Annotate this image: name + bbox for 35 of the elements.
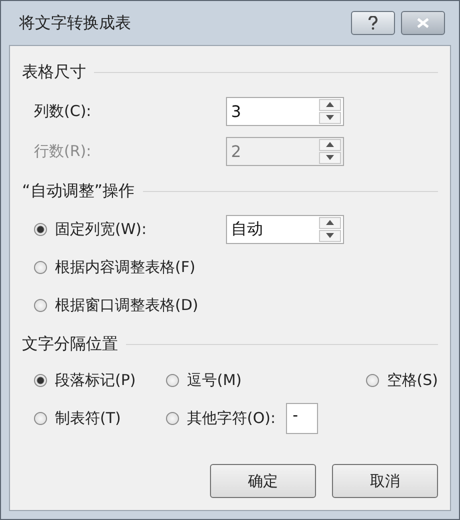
- separator-field[interactable]: -: [286, 402, 318, 434]
- field-label: 列数(C):: [34, 102, 92, 120]
- radio-label: 逗号(M): [187, 370, 242, 390]
- up-arrow-icon[interactable]: [326, 220, 334, 225]
- radio-button[interactable]: [166, 412, 179, 424]
- down-arrow-icon[interactable]: [326, 115, 334, 120]
- close-icon: [417, 18, 429, 28]
- radio-label: 段落标记(P): [55, 370, 136, 390]
- radio-button[interactable]: [366, 374, 379, 386]
- radio-label: 根据内容调整表格(F): [55, 258, 196, 276]
- group-title: 文字分隔位置: [22, 334, 118, 355]
- radio-button[interactable]: [34, 374, 47, 386]
- question-mark-icon: [368, 16, 378, 30]
- group-title: “自动调整”操作: [22, 181, 135, 202]
- cancel-button[interactable]: 取消: [332, 464, 438, 498]
- radio-button[interactable]: [34, 412, 47, 424]
- down-arrow-icon[interactable]: [326, 233, 334, 238]
- ok-button[interactable]: 确定: [210, 464, 316, 498]
- radio-button[interactable]: [34, 260, 47, 274]
- window-title: 将文字转换成表: [19, 12, 132, 34]
- radio-label: 空格(S): [386, 370, 438, 390]
- number-spinner[interactable]: 自动: [226, 214, 344, 244]
- group-title: 表格尺寸: [22, 62, 86, 83]
- up-arrow-icon[interactable]: [326, 102, 334, 107]
- close-button[interactable]: [401, 11, 445, 35]
- radio-button[interactable]: [34, 222, 47, 236]
- number-spinner[interactable]: 3: [226, 96, 344, 126]
- help-button[interactable]: [351, 11, 395, 35]
- radio-button[interactable]: [34, 298, 47, 312]
- radio-label: 其他字符(O):: [187, 408, 276, 428]
- radio-label: 固定列宽(W):: [55, 220, 147, 238]
- radio-button[interactable]: [166, 374, 179, 386]
- radio-label: 制表符(T): [55, 408, 121, 428]
- field-label: 行数(R):: [34, 142, 92, 160]
- radio-label: 根据窗口调整表格(D): [55, 296, 198, 314]
